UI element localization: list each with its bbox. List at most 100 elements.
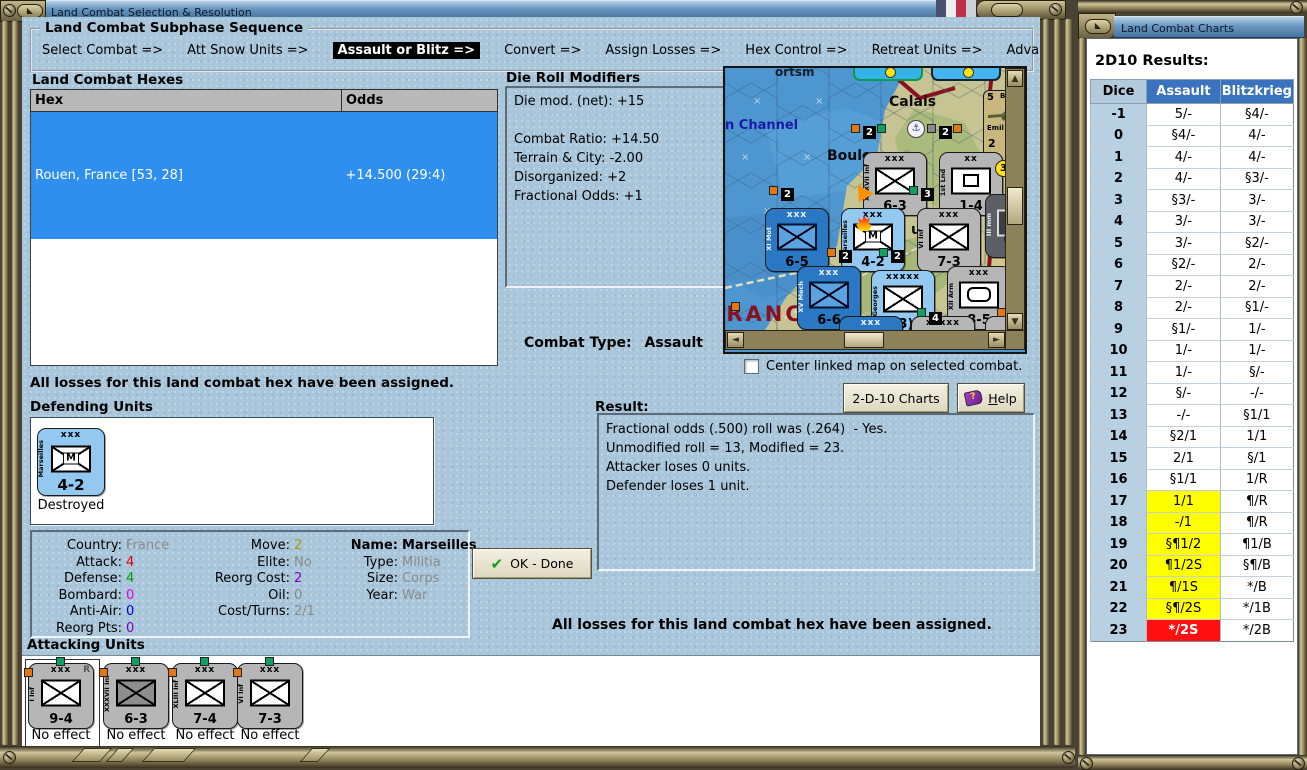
attacking-unit-counter[interactable]: xxx XXXVII Inf 6-3: [103, 663, 169, 729]
map-counter[interactable]: xxxxx: [911, 316, 975, 330]
info-value: 2: [294, 571, 303, 586]
map-counter[interactable]: xxx XXXVII Inf 6-3: [863, 152, 927, 216]
counter-size: xxx: [786, 210, 808, 220]
blitz-cell: §1/-: [1219, 296, 1294, 319]
modifiers-panel: Die mod. (net): +15 Combat Ratio: +14.50…: [505, 86, 725, 288]
landing-symbol: [963, 174, 979, 188]
map-scroll-up-button[interactable]: ▲: [1007, 70, 1023, 87]
combat-type-label: Combat Type:: [524, 335, 632, 351]
defending-unit-counter[interactable]: xxx Marseilles M 4-2: [37, 428, 105, 496]
collapse-button[interactable]: ◣: [17, 4, 43, 18]
assault-cell: §3/-: [1146, 189, 1221, 211]
map-scroll-right-button[interactable]: ►: [988, 332, 1005, 348]
losses-note-bottom: All losses for this land combat hex have…: [552, 617, 992, 633]
modifier-line: Terrain & City: -2.00: [514, 151, 644, 166]
dice-cell: 15: [1089, 447, 1147, 469]
subphase-step-2[interactable]: Att Snow Units =>: [187, 43, 308, 58]
subphase-step-3[interactable]: Assault or Blitz =>: [332, 42, 481, 59]
sea-stack-marker[interactable]: [931, 68, 1001, 81]
counter-strength: 7-3: [258, 712, 282, 727]
info-row: Country: France: [38, 538, 169, 555]
info-row: Year: War: [350, 588, 477, 605]
info-value: 0: [126, 604, 135, 619]
help-button[interactable]: ? Help: [957, 383, 1025, 413]
charts-button[interactable]: 2-D-10 Charts: [843, 383, 949, 413]
map-label: n Channel: [725, 118, 799, 133]
rw-collapse-button[interactable]: ◣: [1085, 19, 1111, 34]
main-content: Land Combat Subphase Sequence Select Com…: [22, 17, 1040, 746]
subphase-step-7[interactable]: Retreat Units =>: [872, 43, 983, 58]
ok-done-button[interactable]: ✔ OK - Done: [472, 548, 592, 579]
subphase-step-4[interactable]: Convert =>: [504, 43, 581, 58]
info-value: Corps: [402, 571, 440, 586]
hex-status-dot: [997, 308, 1005, 317]
attacking-unit-counter[interactable]: xxx I Inf 9-4 R: [28, 663, 94, 729]
result-line: Fractional odds (.500) roll was (.264) -…: [606, 422, 888, 437]
subphase-step-5[interactable]: Assign Losses =>: [605, 43, 721, 58]
chart-row: 12 §/- -/-: [1089, 382, 1294, 405]
dice-cell: 22: [1089, 597, 1147, 620]
unit-symbol: [929, 223, 969, 251]
map-hscrollbar[interactable]: ◄ ►: [725, 330, 1007, 350]
map-counter[interactable]: xx: [985, 316, 1005, 330]
hex-row[interactable]: Rouen, France [53, 28] +14.500 (29:4): [30, 111, 498, 239]
chart-row: 23 */2S */2B: [1089, 619, 1294, 641]
hex-status-dot: [917, 308, 926, 317]
hex-status-dot: [953, 124, 962, 133]
unit-symbol: ▲: [997, 209, 1005, 237]
combat-map[interactable]: ⚓ 5 Bf 10 E-4 Emil 2 ortsmCalaisn Channe…: [723, 66, 1027, 354]
attacking-unit-status: No effect: [31, 728, 91, 743]
hex-status-dot: [927, 124, 936, 133]
subphase-step-1[interactable]: Select Combat =>: [42, 43, 163, 58]
assault-cell: §¶/2S: [1146, 597, 1221, 620]
dice-cell: 5: [1089, 232, 1147, 254]
blitz-cell: §1/1: [1219, 404, 1294, 426]
counter-size: xxx: [938, 210, 960, 220]
attacking-unit-status: No effect: [240, 728, 300, 743]
info-row: Anti-Air: 0: [38, 604, 169, 621]
map-scroll-down-button[interactable]: ▼: [1007, 313, 1023, 330]
sea-stack-marker[interactable]: [853, 68, 923, 81]
map-vscrollbar[interactable]: ▲ ▼: [1005, 68, 1025, 332]
map-counter[interactable]: xxx XI Mot 6-5: [765, 208, 829, 272]
map-counter[interactable]: xxx: [839, 316, 903, 330]
hex-status-dot: [879, 248, 888, 257]
blitz-cell: §4/-: [1219, 103, 1294, 125]
frame-left-outer: [1, 21, 9, 745]
attacking-units-panel: xxx I Inf 9-4 R No effect xxx XXXVII Inf 6-3 No …: [22, 655, 1040, 746]
subphase-step-6[interactable]: Hex Control =>: [745, 43, 847, 58]
map-counter[interactable]: xxIII mm▲: [985, 194, 1005, 258]
charts-window-gadget[interactable]: ◣: [1078, 13, 1116, 39]
counter-unit-name: VI Inf: [237, 684, 245, 704]
status-dot-green: [200, 657, 209, 666]
unit-symbol: [777, 223, 817, 251]
frame-left-inner: [11, 21, 19, 745]
blitz-cell: 1/-: [1219, 339, 1294, 362]
map-scroll-left-button[interactable]: ◄: [727, 332, 744, 348]
subphase-step-8[interactable]: Advance Units: [1007, 43, 1040, 58]
blitz-cell: 1/1: [1219, 425, 1294, 448]
map-hscroll-thumb[interactable]: [844, 332, 884, 348]
assault-cell: §/-: [1146, 382, 1221, 405]
map-counter[interactable]: xxx VI Inf 7-3: [917, 208, 981, 272]
info-label: Size:: [366, 571, 398, 586]
info-row: Oil: 0: [194, 588, 315, 605]
hex-status-dot: [877, 124, 886, 133]
attacking-unit-counter[interactable]: xxx XLIII Inf 7-4: [172, 663, 238, 729]
charts-titlebar[interactable]: Land Combat Charts: [1114, 16, 1304, 38]
scroll-right-icon: ►: [993, 335, 1000, 345]
assault-cell: */2S: [1146, 619, 1221, 641]
assault-cell: §1/1: [1146, 468, 1221, 491]
chart-col-dice: Dice: [1089, 79, 1148, 104]
dice-cell: 4: [1089, 210, 1147, 233]
map-vscroll-thumb[interactable]: [1007, 187, 1023, 225]
attacking-unit-counter[interactable]: xxx VI Inf 7-3: [237, 663, 303, 729]
hex-cell: Rouen, France [53, 28]: [35, 167, 183, 183]
chart-row: 21 ¶/1S */B: [1089, 576, 1294, 598]
chart-row: 16 §1/1 1/R: [1089, 468, 1294, 491]
assault-cell: 1/1: [1146, 490, 1221, 512]
blitz-cell: 1/-: [1219, 318, 1294, 340]
info-row: Cost/Turns: 2/1: [194, 604, 315, 621]
center-map-checkbox[interactable]: [744, 359, 759, 374]
counter-size: xxx: [860, 318, 882, 328]
